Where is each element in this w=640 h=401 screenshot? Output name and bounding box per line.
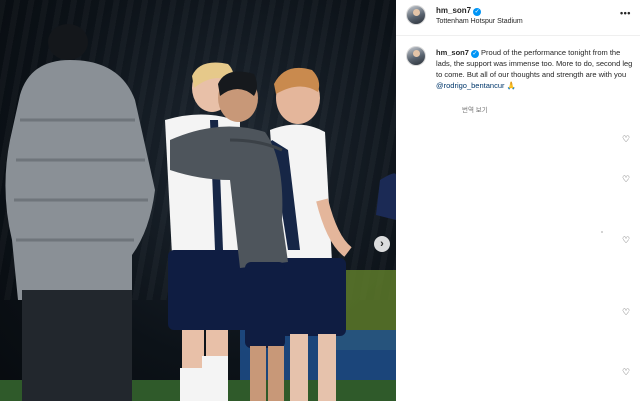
caption-body: hm_son7 ✓ Proud of the performance tonigh…	[436, 47, 636, 91]
caption-author-avatar[interactable]	[406, 46, 426, 66]
loading-dot	[601, 231, 603, 233]
see-translation-link[interactable]: 번역 보기	[462, 104, 488, 114]
post-photo[interactable]: ›	[0, 0, 396, 401]
praying-hands-icon: 🙏	[506, 81, 516, 90]
author-username[interactable]: hm_son7	[436, 6, 471, 15]
post-details-panel: hm_son7 ✓ Tottenham Hotspur Stadium ••• h…	[396, 0, 640, 401]
carousel-next-button[interactable]: ›	[374, 236, 390, 252]
verified-badge-icon: ✓	[470, 50, 479, 58]
more-options-icon[interactable]: •••	[620, 8, 631, 18]
verified-badge-icon: ✓	[473, 8, 482, 16]
players-illustration	[5, 24, 396, 401]
heart-outline-icon[interactable]: ♡	[621, 235, 631, 245]
heart-outline-icon[interactable]: ♡	[621, 367, 631, 377]
author-username-row[interactable]: hm_son7 ✓	[436, 6, 482, 16]
caption-author-username[interactable]: hm_son7	[436, 48, 469, 57]
heart-outline-icon[interactable]: ♡	[621, 307, 631, 317]
heart-outline-icon[interactable]: ♡	[621, 174, 631, 184]
staff-figure	[5, 24, 156, 401]
edge-figure	[376, 173, 396, 220]
post-header: hm_son7 ✓ Tottenham Hotspur Stadium •••	[396, 0, 640, 36]
author-avatar[interactable]	[406, 5, 426, 25]
post-location[interactable]: Tottenham Hotspur Stadium	[436, 18, 523, 25]
heart-outline-icon[interactable]: ♡	[621, 134, 631, 144]
caption-mention-link[interactable]: @rodrigo_bentancur	[436, 81, 505, 90]
